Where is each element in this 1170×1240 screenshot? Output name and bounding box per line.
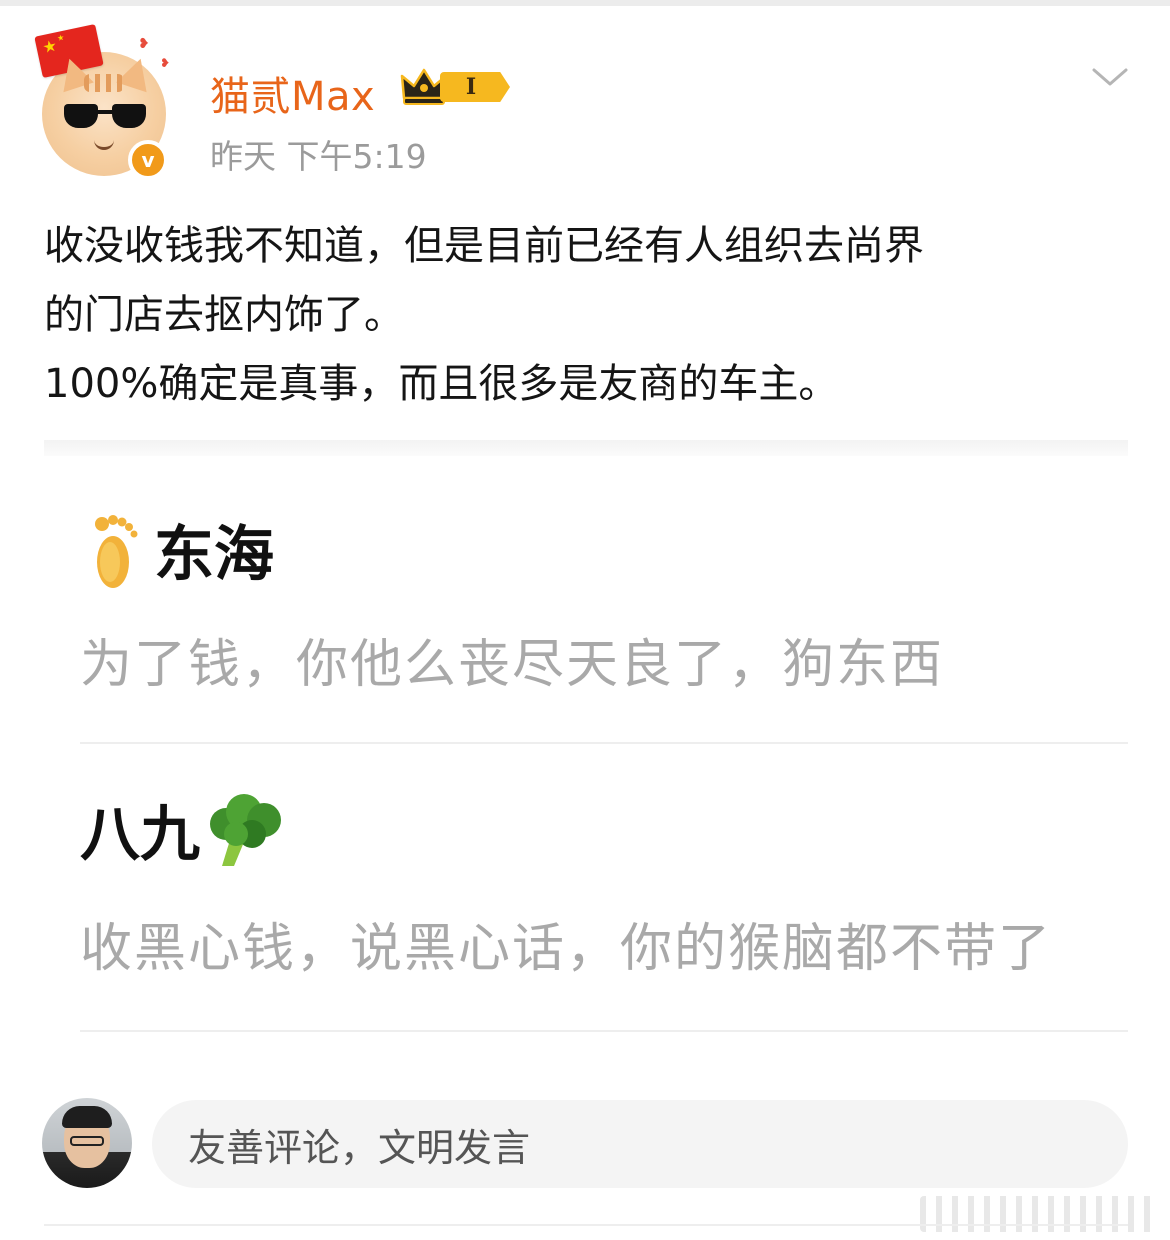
post-line: 的门店去抠内饰了。 xyxy=(44,292,404,338)
comment-author-name: 东海 xyxy=(154,520,274,590)
vip-level-badge[interactable]: I xyxy=(400,66,520,108)
section-divider xyxy=(44,440,1128,456)
chevron-down-icon[interactable] xyxy=(1090,62,1130,92)
comment-text: 收黑心钱，说黑心话，你的猴脑都不带了 xyxy=(80,919,1053,979)
comment-divider xyxy=(80,742,1128,744)
avatar-glasses xyxy=(70,1136,104,1146)
top-divider xyxy=(0,0,1170,6)
post-timestamp: 昨天 下午5:19 xyxy=(210,137,427,176)
comment-input[interactable]: 友善评论，文明发言 xyxy=(152,1100,1128,1188)
sunglasses-icon xyxy=(64,104,146,130)
comment-divider xyxy=(80,1030,1128,1032)
broccoli-emoji-icon xyxy=(200,790,290,870)
comment-author: 东海 xyxy=(80,506,274,593)
heart-icon: ❥ xyxy=(138,36,150,52)
current-user-avatar[interactable] xyxy=(42,1098,132,1188)
comment-author: 八九 xyxy=(80,786,290,873)
post-line: 100%确定是真事，而且很多是友商的车主。 xyxy=(44,361,839,407)
foot-emoji-icon xyxy=(80,510,154,590)
cat-stripes xyxy=(84,74,124,92)
post-content: 收没收钱我不知道，但是目前已经有人组织去尚界 的门店去抠内饰了。 100%确定是… xyxy=(44,212,1134,419)
bottom-divider xyxy=(44,1224,1128,1226)
comment-author-name: 八九 xyxy=(80,800,200,870)
cat-mouth xyxy=(94,140,114,150)
watermark xyxy=(920,1196,1160,1232)
heart-icon: ❥ xyxy=(160,56,171,70)
verified-badge: v xyxy=(128,140,168,180)
comment-text: 为了钱，你他么丧尽天良了，狗东西 xyxy=(80,635,945,695)
vip-level-tag: I xyxy=(440,72,510,102)
post-line: 收没收钱我不知道，但是目前已经有人组织去尚界 xyxy=(44,223,924,269)
author-name[interactable]: 猫贰Max xyxy=(210,64,375,122)
quoted-comments-image[interactable]: 东海 为了钱，你他么丧尽天良了，狗东西 八九 收黑心钱，说黑心话，你的猴脑都不带… xyxy=(44,456,1128,1036)
avatar-hair xyxy=(62,1106,112,1128)
